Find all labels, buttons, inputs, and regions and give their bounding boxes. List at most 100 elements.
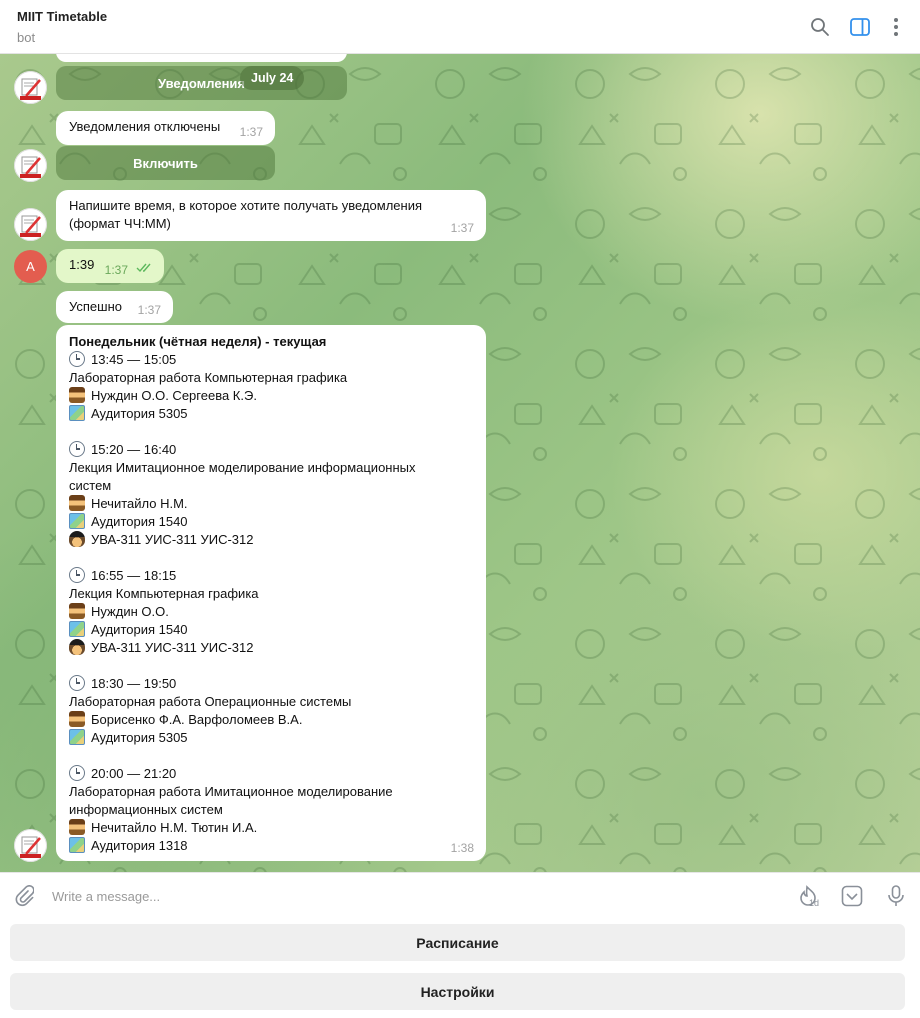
settings-keyboard-button[interactable]: Настройки (10, 973, 905, 1010)
lesson-title-row: Лекция Компьютерная графика (69, 585, 473, 603)
message-time: 1:38 (450, 841, 474, 855)
message-composer: 1d (0, 872, 920, 918)
enable-notifications-button[interactable]: Включить (56, 146, 275, 180)
lesson-title: систем (69, 478, 112, 493)
lesson-room-row: Аудитория 5305 (69, 729, 473, 747)
lesson-teacher-row: Нечитайло Н.М. (69, 495, 473, 513)
lessons-list: 13:45 — 15:05 Лабораторная работа Компьют… (69, 351, 473, 855)
clock-icon (69, 765, 85, 781)
clock-icon (69, 441, 85, 457)
student-icon (69, 639, 85, 655)
message-time: 1:37 (137, 303, 161, 317)
bot-avatar[interactable] (14, 149, 47, 182)
lesson-title: Лабораторная работа Компьютерная графика (69, 370, 348, 385)
chat-header: MIIT Timetable bot (0, 0, 920, 54)
more-menu-icon[interactable] (884, 15, 908, 39)
lesson-teacher: Нечитайло Н.М. Тютин И.А. (91, 820, 258, 835)
lesson-item: 13:45 — 15:05 Лабораторная работа Компьют… (69, 351, 473, 423)
self-destruct-timer-icon[interactable]: 1d (795, 884, 821, 908)
lesson-groups: УВА-311 УИС-311 УИС-312 (91, 532, 254, 547)
message-time: 1:37 (239, 125, 263, 139)
lesson-title-row: Лабораторная работа Операционные системы (69, 693, 473, 711)
lesson-separator (69, 423, 473, 441)
lesson-item: 15:20 — 16:40 Лекция Имитационное моделир… (69, 441, 473, 549)
bot-commands-icon[interactable] (840, 884, 864, 908)
lesson-title: Лабораторная работа Операционные системы (69, 694, 352, 709)
lesson-title-row: Лабораторная работа Имитационное моделир… (69, 783, 473, 801)
message-time: 1:37 (104, 263, 128, 277)
lesson-title-row: Лабораторная работа Компьютерная графика (69, 369, 473, 387)
chat-subtitle: bot (17, 30, 36, 45)
clock-icon (69, 567, 85, 583)
lesson-separator (69, 657, 473, 675)
bot-reply-keyboard: Расписание Настройки (0, 918, 920, 1018)
lesson-time-row: 16:55 — 18:15 (69, 567, 473, 585)
bot-avatar[interactable] (14, 829, 47, 862)
message-input[interactable] (52, 887, 752, 905)
teacher-icon (69, 711, 85, 727)
schedule-message-bubble: Понедельник (чётная неделя) - текущая 13… (56, 325, 486, 861)
lesson-groups-row: УВА-311 УИС-311 УИС-312 (69, 531, 473, 549)
search-icon[interactable] (808, 15, 832, 39)
message-bubble: Успешно 1:37 (56, 291, 173, 323)
lesson-room-row: Аудитория 1540 (69, 621, 473, 639)
message-bubble: Уведомления отключены 1:37 (56, 111, 275, 145)
lesson-room: Аудитория 1540 (91, 622, 188, 637)
bot-avatar[interactable] (14, 208, 47, 241)
lesson-title: Лабораторная работа Имитационное моделир… (69, 784, 393, 799)
lesson-room-row: Аудитория 1540 (69, 513, 473, 531)
chat-title[interactable]: MIIT Timetable (17, 9, 107, 24)
message-time: 1:37 (450, 221, 474, 235)
teacher-icon (69, 495, 85, 511)
map-icon (69, 729, 85, 745)
student-icon (69, 531, 85, 547)
lesson-time-row: 20:00 — 21:20 (69, 765, 473, 783)
clock-icon (69, 675, 85, 691)
lesson-item: 20:00 — 21:20 Лабораторная работа Имитаци… (69, 765, 473, 855)
lesson-groups: УВА-311 УИС-311 УИС-312 (91, 640, 254, 655)
lesson-time: 18:30 — 19:50 (91, 676, 177, 691)
lesson-room: Аудитория 1540 (91, 514, 188, 529)
map-icon (69, 513, 85, 529)
lesson-title-row: систем (69, 477, 473, 495)
lesson-room: Аудитория 5305 (91, 730, 188, 745)
outgoing-message-bubble: 1:39 1:37 (56, 249, 164, 283)
lesson-teacher-row: Нуждин О.О. Сергеева К.Э. (69, 387, 473, 405)
teacher-icon (69, 603, 85, 619)
attach-paperclip-icon[interactable] (12, 884, 36, 908)
bot-avatar[interactable] (14, 71, 47, 104)
message-text: Успешно (69, 299, 122, 314)
lesson-item: 18:30 — 19:50 Лабораторная работа Операци… (69, 675, 473, 747)
notifications-inline-button[interactable]: Уведомления (56, 66, 347, 100)
clock-icon (69, 351, 85, 367)
teacher-icon (69, 387, 85, 403)
lesson-title: Лекция Компьютерная графика (69, 586, 259, 601)
lesson-title: Лекция Имитационное моделирование информ… (69, 460, 416, 475)
lesson-teacher-row: Нуждин О.О. (69, 603, 473, 621)
teacher-icon (69, 819, 85, 835)
cut-off-message-bubble (56, 54, 347, 62)
schedule-heading: Понедельник (чётная неделя) - текущая (69, 334, 327, 349)
schedule-keyboard-button[interactable]: Расписание (10, 924, 905, 961)
date-separator: July 24 (240, 66, 305, 90)
message-bubble: Напишите время, в которое хотите получат… (56, 190, 486, 241)
user-avatar[interactable]: A (14, 250, 47, 283)
lesson-teacher: Борисенко Ф.А. Варфоломеев В.А. (91, 712, 303, 727)
microphone-icon[interactable] (884, 884, 908, 908)
message-text: Уведомления отключены (69, 119, 221, 134)
lesson-time: 16:55 — 18:15 (91, 568, 177, 583)
lesson-teacher: Нуждин О.О. (91, 604, 169, 619)
lesson-time: 20:00 — 21:20 (91, 766, 177, 781)
map-icon (69, 837, 85, 853)
lesson-teacher-row: Нечитайло Н.М. Тютин И.А. (69, 819, 473, 837)
map-icon (69, 621, 85, 637)
lesson-teacher-row: Борисенко Ф.А. Варфоломеев В.А. (69, 711, 473, 729)
sidebar-toggle-icon[interactable] (848, 15, 872, 39)
read-checkmarks-icon (136, 260, 154, 278)
lesson-room-row: Аудитория 1318 (69, 837, 473, 855)
chat-messages-area[interactable]: Уведомления July 24 Уведомления отключен… (0, 54, 920, 872)
lesson-time: 13:45 — 15:05 (91, 352, 177, 367)
lesson-title: информационных систем (69, 802, 223, 817)
lesson-item: 16:55 — 18:15 Лекция Компьютерная графика… (69, 567, 473, 657)
timer-badge: 1d (809, 898, 820, 908)
